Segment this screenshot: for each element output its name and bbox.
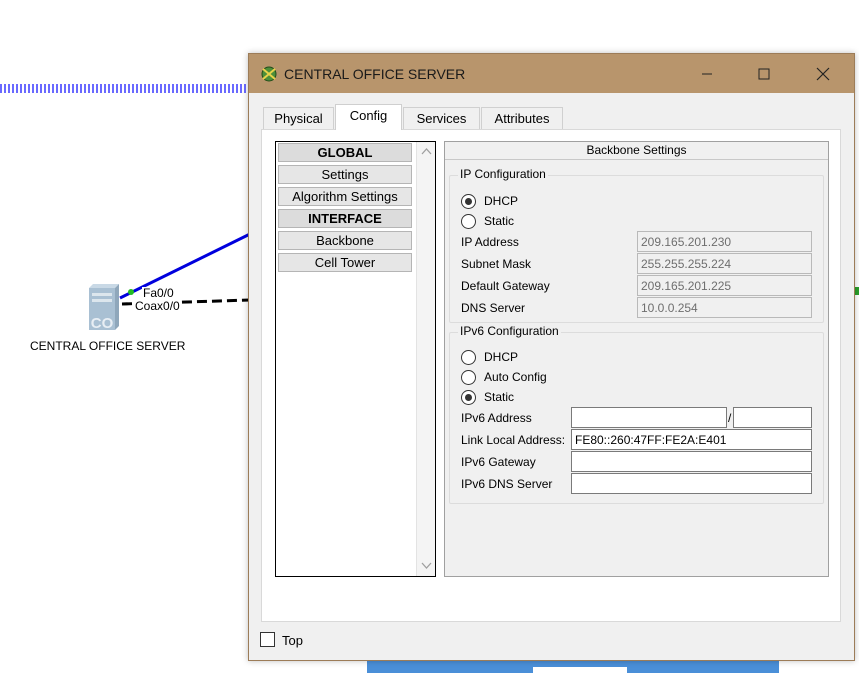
config-nav-list: GLOBAL Settings Algorithm Settings INTER…	[275, 141, 436, 577]
link-local-address-field[interactable]: FE80::260:47FF:FE2A:E401	[571, 429, 812, 450]
default-gateway-field[interactable]: 209.165.201.225	[637, 275, 812, 296]
ip-dhcp-label: DHCP	[484, 194, 519, 208]
ipv6-gateway-label: IPv6 Gateway	[461, 455, 536, 469]
maximize-button[interactable]	[741, 54, 787, 93]
minimize-button[interactable]	[684, 54, 730, 93]
app-icon	[260, 65, 278, 83]
subnet-mask-label: Subnet Mask	[461, 257, 532, 271]
window-titlebar[interactable]: CENTRAL OFFICE SERVER	[249, 54, 854, 93]
nav-item-backbone[interactable]: Backbone	[278, 231, 412, 250]
device-icon-text: CO	[91, 315, 114, 332]
bottom-panel-highlight	[533, 667, 627, 673]
backbone-settings-panel: Backbone Settings IP Configuration DHCP …	[444, 141, 829, 577]
fa0-status-dot	[128, 289, 134, 295]
settings-title: Backbone Settings	[445, 142, 828, 160]
coax-port-label: Coax0/0	[134, 299, 181, 313]
default-gateway-label: Default Gateway	[461, 279, 550, 293]
ipv6-static-radio-row[interactable]: Static	[461, 388, 514, 406]
ipv6-auto-config-label: Auto Config	[484, 370, 547, 384]
ip-address-field[interactable]: 209.165.201.230	[637, 231, 812, 252]
close-button[interactable]	[800, 54, 846, 93]
top-checkbox-label: Top	[282, 633, 303, 648]
ipv6-dhcp-radio-row[interactable]: DHCP	[461, 348, 518, 366]
ipv6-gateway-field[interactable]	[571, 451, 812, 472]
ipv6-auto-config-radio-row[interactable]: Auto Config	[461, 368, 547, 386]
ipv6-configuration-group: IPv6 Configuration DHCP Auto Config Stat…	[449, 324, 824, 504]
dns-server-label: DNS Server	[461, 301, 526, 315]
fa0-link-line	[119, 232, 251, 300]
nav-header-interface: INTERFACE	[278, 209, 412, 228]
device-label: CENTRAL OFFICE SERVER	[30, 339, 186, 353]
window-title: CENTRAL OFFICE SERVER	[284, 66, 466, 82]
ip-configuration-group: IP Configuration DHCP Static IP Address …	[449, 167, 824, 323]
ipv6-prefix-separator: /	[728, 411, 732, 425]
tab-services[interactable]: Services	[403, 107, 480, 129]
nav-item-algorithm-settings[interactable]: Algorithm Settings	[278, 187, 412, 206]
scroll-up-icon[interactable]	[421, 146, 432, 157]
device-config-window: CENTRAL OFFICE SERVER Physical Config Se…	[248, 53, 855, 661]
right-link-indicator	[855, 287, 859, 295]
maximize-icon	[758, 68, 770, 79]
link-local-address-label: Link Local Address:	[461, 433, 566, 447]
minimize-icon	[702, 73, 712, 74]
nav-item-settings[interactable]: Settings	[278, 165, 412, 184]
nav-scrollbar[interactable]	[416, 142, 435, 576]
ip-dhcp-radio[interactable]	[461, 193, 476, 209]
ip-static-radio-row[interactable]: Static	[461, 212, 514, 230]
tab-config[interactable]: Config	[335, 104, 402, 130]
ipv6-auto-config-radio[interactable]	[461, 369, 476, 385]
ipv6-address-field[interactable]	[571, 407, 727, 428]
ip-configuration-legend: IP Configuration	[458, 167, 548, 181]
config-content-pane: GLOBAL Settings Algorithm Settings INTER…	[261, 129, 841, 622]
scroll-down-icon[interactable]	[421, 560, 432, 571]
ipv6-dns-server-field[interactable]	[571, 473, 812, 494]
dns-server-field[interactable]: 10.0.0.254	[637, 297, 812, 318]
ipv6-configuration-legend: IPv6 Configuration	[458, 324, 561, 338]
tab-attributes[interactable]: Attributes	[481, 107, 563, 129]
nav-item-cell-tower[interactable]: Cell Tower	[278, 253, 412, 272]
nav-header-global: GLOBAL	[278, 143, 412, 162]
ipv6-prefix-field[interactable]	[733, 407, 812, 428]
ip-static-label: Static	[484, 214, 515, 228]
subnet-mask-field[interactable]: 255.255.255.224	[637, 253, 812, 274]
ipv6-dhcp-label: DHCP	[484, 350, 519, 364]
ip-address-label: IP Address	[461, 235, 519, 249]
top-checkbox[interactable]	[260, 632, 275, 647]
fa-port-label: Fa0/0	[142, 286, 175, 300]
close-icon	[816, 67, 830, 80]
ipv6-dhcp-radio[interactable]	[461, 349, 476, 365]
tab-physical[interactable]: Physical	[263, 107, 334, 129]
ipv6-static-radio[interactable]	[461, 389, 476, 405]
ip-dhcp-radio-row[interactable]: DHCP	[461, 192, 518, 210]
ip-static-radio[interactable]	[461, 213, 476, 229]
ipv6-static-label: Static	[484, 390, 515, 404]
ipv6-address-label: IPv6 Address	[461, 411, 532, 425]
server-device-icon[interactable]: CO	[85, 280, 121, 332]
ipv6-dns-server-label: IPv6 DNS Server	[461, 477, 553, 491]
